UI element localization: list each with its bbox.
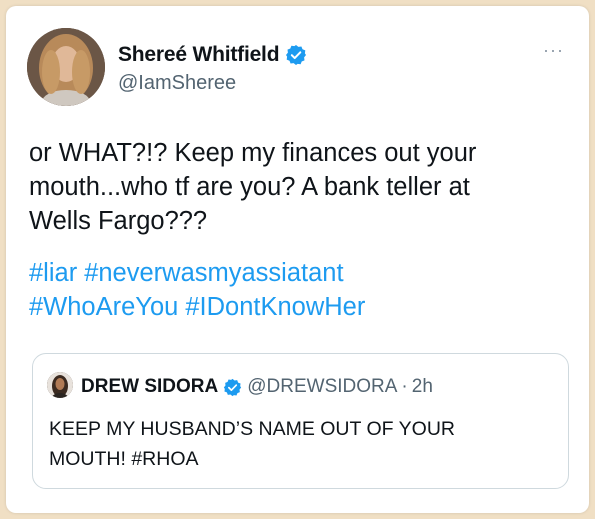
hashtag-link[interactable]: #neverwasmyassiatant: [84, 259, 343, 287]
hashtag-link[interactable]: #IDontKnowHer: [185, 293, 365, 321]
author-display-name[interactable]: Shereé Whitfield: [118, 43, 280, 67]
verified-badge-icon: [223, 378, 242, 397]
more-options-icon[interactable]: ···: [543, 40, 564, 61]
separator-dot: ·: [401, 376, 408, 397]
hashtag-link[interactable]: #liar: [29, 259, 77, 287]
tweet-text-line: or WHAT?!? Keep my finances out your: [29, 139, 477, 167]
tweet-card[interactable]: Shereé Whitfield @IamSheree ··· or WHAT?…: [6, 6, 589, 513]
quoted-timestamp[interactable]: 2h: [412, 376, 433, 398]
quoted-author-avatar[interactable]: [47, 372, 73, 398]
hashtag-link[interactable]: #WhoAreYou: [29, 293, 178, 321]
quoted-display-name[interactable]: DREW SIDORA: [81, 376, 218, 398]
tweet-text: or WHAT?!? Keep my finances out your mou…: [29, 136, 574, 238]
tweet-text-line: mouth...who tf are you? A bank teller at: [29, 173, 470, 201]
author-name-row: Shereé Whitfield: [118, 43, 307, 67]
hashtag-line: #liar #neverwasmyassiatant: [29, 256, 574, 290]
tweet-hashtags: #liar #neverwasmyassiatant #WhoAreYou #IDo…: [29, 256, 574, 324]
quoted-handle[interactable]: @DREWSIDORA: [247, 376, 397, 398]
hashtag-line: #WhoAreYou #IDontKnowHer: [29, 290, 574, 324]
quoted-header: DREW SIDORA @DREWSIDORA · 2h: [81, 376, 433, 398]
author-handle[interactable]: @IamSheree: [118, 72, 236, 95]
quoted-text-line: KEEP MY HUSBAND’S NAME OUT OF YOUR: [49, 418, 455, 440]
quoted-text-line: MOUTH! #RHOA: [49, 448, 199, 470]
quoted-tweet-text: KEEP MY HUSBAND’S NAME OUT OF YOUR MOUTH…: [49, 414, 549, 474]
quoted-tweet[interactable]: DREW SIDORA @DREWSIDORA · 2h KEEP MY HUS…: [32, 353, 569, 489]
verified-badge-icon: [285, 44, 307, 66]
author-avatar[interactable]: [27, 28, 105, 106]
tweet-text-line: Wells Fargo???: [29, 207, 208, 235]
